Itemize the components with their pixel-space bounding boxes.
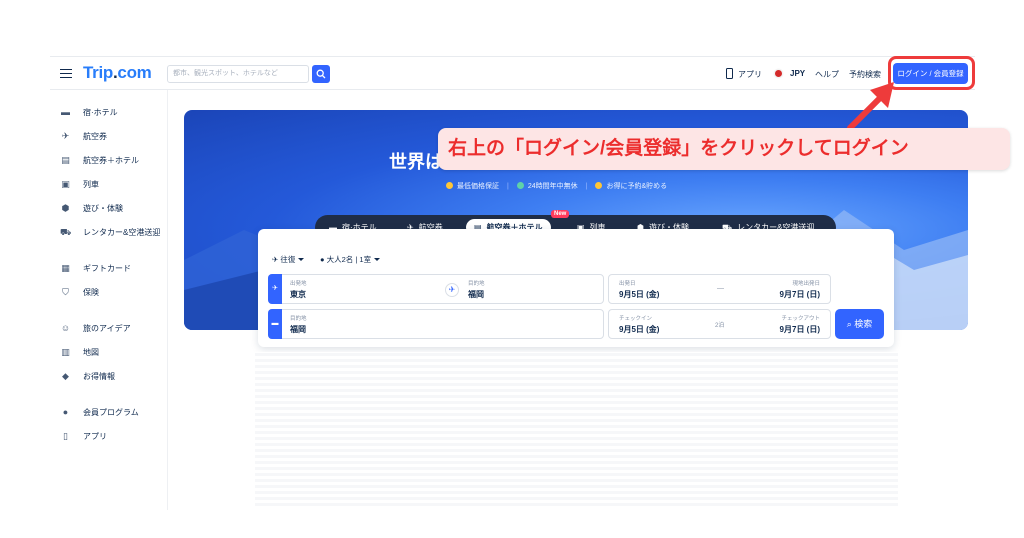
instruction-callout: 右上の「ログイン/会員登録」をクリックしてログイン — [438, 128, 1010, 170]
sidebar-item-travel-ideas[interactable]: ☺ 旅のアイデア — [60, 320, 131, 336]
booking-panel: ✈ 往復 ● 大人2名 | 1室 ✈ 出発地 東京 ✈ 目的地 福岡 出発日 9… — [258, 229, 894, 347]
coin-icon — [595, 182, 603, 189]
hotel-destination-value: 福岡 — [290, 325, 306, 334]
search-icon — [316, 69, 326, 79]
origin-value: 東京 — [290, 290, 306, 299]
shield-icon: ⛉ — [62, 286, 69, 297]
bed-icon: ▬ — [268, 309, 282, 339]
travelers-select[interactable]: ● 大人2名 | 1室 — [320, 254, 381, 265]
check-icon — [446, 182, 453, 189]
red-arrow-icon — [847, 82, 894, 131]
sidebar-item-hotel[interactable]: ▬ 宿·ホテル — [60, 104, 118, 120]
depart-date: 9月5日 (金) — [619, 290, 660, 299]
sidebar-item-map[interactable]: ▥ 地図 — [60, 344, 99, 360]
new-badge: New — [551, 210, 570, 218]
checkin-date: 9月5日 (金) — [619, 325, 660, 334]
hotel-destination-field[interactable]: ▬ 目的地 福岡 — [268, 309, 604, 339]
sidebar-item-flight-hotel[interactable]: ▤ 航空券＋ホテル — [60, 152, 139, 168]
badge-rewards: お得に予約&貯める — [595, 181, 667, 191]
badge-best-price: 最低価格保証 — [446, 181, 499, 191]
sidebar-item-insurance[interactable]: ⛉ 保険 — [60, 284, 99, 300]
sidebar-item-flights[interactable]: ✈ 航空券 — [60, 128, 107, 144]
hero-title: 世界は — [389, 152, 443, 172]
badge-24h: 24時間年中無休 — [516, 181, 578, 191]
blurred-content-area — [255, 352, 898, 506]
person-icon: ☺ — [60, 322, 71, 333]
phone-icon: ▯ — [63, 430, 68, 441]
tag-icon: ◆ — [62, 370, 69, 381]
sidebar-item-giftcard[interactable]: ▦ ギフトカード — [60, 260, 131, 276]
sidebar-item-train[interactable]: ▣ 列車 — [60, 176, 99, 192]
login-highlight-ring — [888, 56, 975, 90]
sidebar-item-car-rental[interactable]: ⛟ レンタカー&空港送迎 — [60, 224, 160, 240]
submit-search-button[interactable]: ⌕ 検索 — [835, 309, 884, 339]
clock-icon — [516, 182, 524, 189]
flight-route-field[interactable]: ✈ 出発地 東京 ✈ 目的地 福岡 — [268, 274, 604, 304]
phone-icon — [726, 68, 733, 79]
chevron-down-icon — [374, 258, 381, 261]
plane-icon: ✈ — [61, 130, 70, 141]
sidebar-item-activities[interactable]: ⬢ 遊び・体験 — [60, 200, 123, 216]
sidebar-item-membership[interactable]: ● 会員プログラム — [60, 404, 139, 420]
sidebar: ▬ 宿·ホテル ✈ 航空券 ▤ 航空券＋ホテル ▣ 列車 ⬢ 遊び・体験 ⛟ レンタカー&空… — [50, 90, 168, 510]
trip-type-select[interactable]: ✈ 往復 — [272, 254, 305, 265]
map-icon: ▥ — [61, 346, 70, 357]
sidebar-item-deals[interactable]: ◆ お得情報 — [60, 368, 115, 384]
japan-flag-icon — [775, 70, 782, 77]
car-icon: ⛟ — [60, 226, 72, 237]
swap-icon[interactable]: ✈ — [445, 283, 459, 297]
currency-selector[interactable]: JPY — [790, 69, 805, 78]
hotel-dates-field[interactable]: チェックイン 9月5日 (金) 2泊 チェックアウト 9月7日 (日) — [608, 309, 831, 339]
trip-logo[interactable]: Trip.com — [83, 63, 152, 83]
giftcard-icon: ▦ — [61, 262, 70, 273]
app-link[interactable]: アプリ — [738, 69, 762, 80]
sidebar-item-app[interactable]: ▯ アプリ — [60, 428, 107, 444]
chevron-down-icon — [298, 258, 305, 261]
flight-dates-field[interactable]: 出発日 9月5日 (金) — 現地出発日 9月7日 (日) — [608, 274, 831, 304]
search-button[interactable] — [312, 65, 330, 83]
search-input[interactable]: 都市、観光スポット、ホテルなど — [167, 65, 309, 83]
hotel-plane-icon: ▤ — [61, 154, 70, 165]
person-icon: ● — [320, 255, 327, 264]
hero-badges: 最低価格保証 | 24時間年中無休 | お得に予約&貯める — [446, 181, 667, 191]
hamburger-menu-icon[interactable] — [60, 69, 72, 78]
help-link[interactable]: ヘルプ — [815, 69, 839, 80]
checkout-date: 9月7日 (日) — [779, 325, 820, 334]
activity-icon: ⬢ — [61, 202, 70, 213]
plane-icon: ✈ — [268, 274, 282, 304]
return-date: 9月7日 (日) — [779, 290, 820, 299]
destination-value: 福岡 — [468, 290, 484, 299]
bed-icon: ▬ — [61, 106, 70, 117]
top-header: Trip.com 都市、観光スポット、ホテルなど アプリ JPY ヘルプ 予約検… — [50, 56, 975, 90]
nights-count: 2泊 — [715, 323, 725, 329]
train-icon: ▣ — [61, 178, 70, 189]
member-icon: ● — [62, 406, 69, 417]
